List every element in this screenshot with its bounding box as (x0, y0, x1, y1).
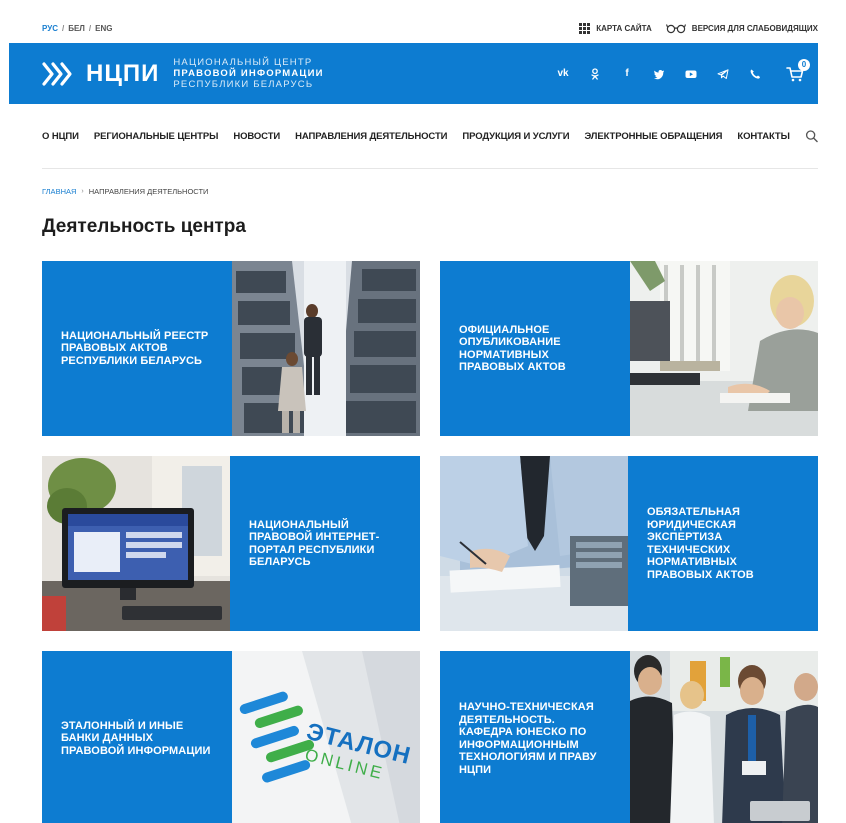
card-label-panel: Национальный правовой интернет-портал Ре… (230, 456, 420, 631)
activity-card-publication[interactable]: Официальное опубликование нормативных пр… (440, 261, 818, 436)
card-label-panel: Национальный реестр правовых актов Респу… (42, 261, 232, 436)
card-label: Обязательная юридическая экспертиза техн… (647, 506, 754, 581)
lang-separator: / (61, 23, 65, 33)
cart-button[interactable]: 0 (786, 58, 810, 83)
cart-count-badge: 0 (798, 58, 810, 71)
odnoklassniki-icon[interactable] (588, 67, 602, 80)
card-image-archive (232, 261, 420, 436)
twitter-icon[interactable] (652, 68, 666, 80)
sitemap-link[interactable]: Карта сайта (579, 22, 652, 34)
card-label-panel: Обязательная юридическая экспертиза техн… (628, 456, 818, 631)
activity-card-register[interactable]: Национальный реестр правовых актов Респу… (42, 261, 420, 436)
activity-card-portal[interactable]: Национальный правовой интернет-портал Ре… (42, 456, 420, 631)
card-label-panel: Научно-техническая деятельность. Кафедра… (440, 651, 630, 823)
nav-item-news[interactable]: Новости (233, 131, 280, 142)
lang-en-link[interactable]: ENG (95, 24, 112, 33)
grid-icon (579, 22, 591, 34)
nav-item-products[interactable]: Продукция и услуги (462, 131, 569, 142)
lang-ru-link[interactable]: РУС (42, 24, 58, 33)
utility-links: Карта сайта Версия для слабовидящих (579, 22, 818, 34)
activity-card-expertise[interactable]: Обязательная юридическая экспертиза техн… (440, 456, 818, 631)
logo-chevrons-icon (42, 61, 72, 86)
logo-subtitle-line: НАЦИОНАЛЬНЫЙ ЦЕНТР (173, 57, 313, 68)
card-label: Эталонный и иные банки данных правовой и… (61, 719, 211, 757)
card-image-conference (630, 651, 818, 823)
card-image-businessman (440, 456, 628, 631)
nav-item-contacts[interactable]: Контакты (737, 131, 790, 142)
activity-card-science[interactable]: Научно-техническая деятельность. Кафедра… (440, 651, 818, 823)
card-image-office-woman (630, 261, 818, 436)
card-label-panel: Эталонный и иные банки данных правовой и… (42, 651, 232, 823)
accessibility-link[interactable]: Версия для слабовидящих (665, 23, 818, 34)
page-title: Деятельность центра (42, 216, 246, 237)
nav-item-e-appeals[interactable]: Электронные обращения (585, 131, 723, 142)
card-label: Национальный реестр правовых актов Респу… (61, 329, 209, 367)
activity-card-databanks[interactable]: Эталонный и иные банки данных правовой и… (42, 651, 420, 823)
card-label: Официальное опубликование нормативных пр… (459, 323, 566, 374)
site-logo[interactable]: НЦПИ НАЦИОНАЛЬНЫЙ ЦЕНТР ПРАВОВОЙ ИНФОРМА… (42, 57, 324, 90)
logo-subtitle-line: РЕСПУБЛИКИ БЕЛАРУСЬ (173, 79, 314, 90)
card-label-panel: Официальное опубликование нормативных пр… (440, 261, 630, 436)
card-image-etalon-logo: ЭТАЛОН ONLINE (232, 651, 420, 823)
breadcrumb-separator-icon: › (81, 188, 84, 195)
lang-separator: / (88, 23, 92, 33)
youtube-icon[interactable] (684, 68, 698, 80)
telegram-icon[interactable] (716, 68, 730, 80)
card-image-monitor (42, 456, 230, 631)
breadcrumb-home-link[interactable]: Главная (42, 187, 76, 196)
vk-icon[interactable]: vk (556, 68, 570, 79)
nav-item-activities[interactable]: Направления деятельности (295, 131, 447, 142)
lang-by-link[interactable]: БЕЛ (68, 24, 85, 33)
top-utility-bar: РУС / БЕЛ / ENG Карта сайта Версия для с… (42, 18, 818, 38)
nav-item-regional-centers[interactable]: Региональные центры (94, 131, 219, 142)
logo-subtitle: НАЦИОНАЛЬНЫЙ ЦЕНТР ПРАВОВОЙ ИНФОРМАЦИИ Р… (173, 57, 323, 90)
breadcrumb-current: Направления деятельности (88, 187, 209, 196)
search-icon[interactable] (805, 129, 818, 143)
viber-icon[interactable] (748, 68, 762, 80)
logo-subtitle-line: ПРАВОВОЙ ИНФОРМАЦИИ (173, 68, 324, 79)
logo-text: НЦПИ (86, 59, 160, 87)
language-switcher: РУС / БЕЛ / ENG (42, 24, 113, 33)
social-links: vk f (556, 67, 762, 80)
facebook-icon[interactable]: f (620, 68, 634, 79)
site-header: НЦПИ НАЦИОНАЛЬНЫЙ ЦЕНТР ПРАВОВОЙ ИНФОРМА… (9, 43, 818, 104)
sitemap-label: Карта сайта (596, 23, 652, 33)
accessibility-label: Версия для слабовидящих (691, 23, 818, 33)
glasses-icon (665, 23, 686, 33)
nav-item-about[interactable]: О НЦПИ (42, 131, 79, 142)
breadcrumb: Главная › Направления деятельности (42, 187, 208, 196)
main-navigation: О НЦПИ Региональные центры Новости Напра… (42, 124, 818, 148)
card-label: Национальный правовой интернет-портал Ре… (249, 518, 380, 569)
nav-divider (42, 168, 818, 169)
card-label: Научно-техническая деятельность. Кафедра… (459, 701, 597, 776)
